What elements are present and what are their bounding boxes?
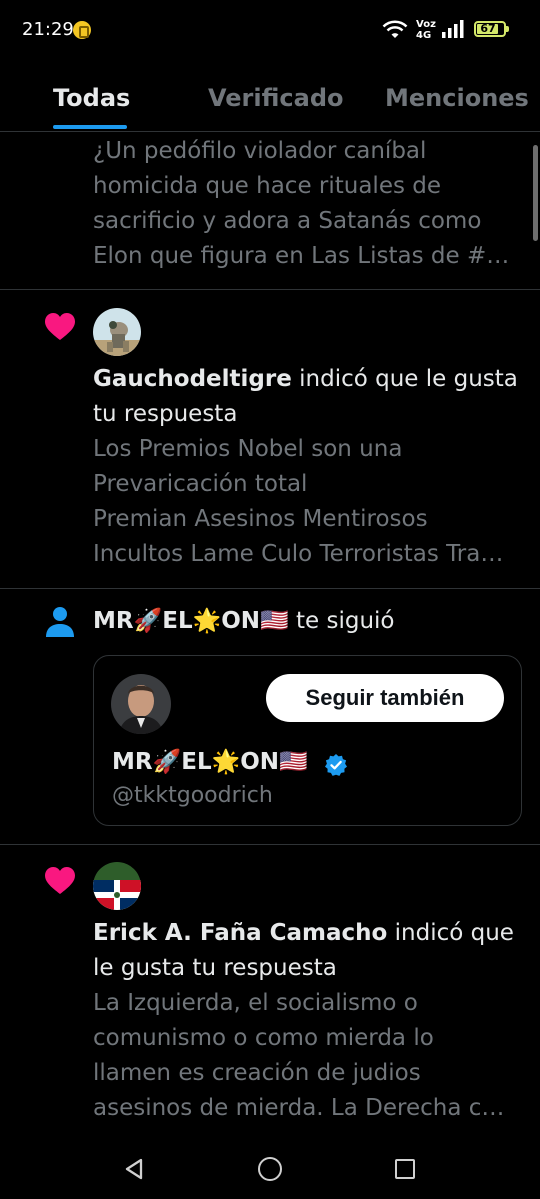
divider (0, 289, 540, 290)
follower-handle: @tkktgoodrich (112, 783, 273, 808)
battery-icon: 67 (474, 21, 509, 37)
active-tab-indicator (53, 125, 127, 129)
username[interactable]: Gauchodeltigre (93, 366, 292, 392)
username[interactable]: Erick A. Faña Camacho (93, 920, 387, 946)
follower-name[interactable]: MR🚀EL🌟ON🇺🇸 (112, 748, 308, 775)
follow-back-button[interactable]: Seguir también (266, 674, 504, 722)
tab-verificado[interactable]: Verificado (208, 84, 343, 112)
divider (0, 588, 540, 589)
network-type: Voz 4G (416, 19, 436, 41)
tab-todas[interactable]: Todas (53, 84, 130, 112)
signal-icon (442, 20, 464, 38)
username[interactable]: MR🚀EL🌟ON🇺🇸 (93, 608, 289, 634)
system-nav-bar (0, 1135, 540, 1199)
follow-notification[interactable]: MR🚀EL🌟ON🇺🇸 te siguió (93, 604, 523, 639)
like-notification[interactable]: Gauchodeltigre indicó que le gusta tu re… (93, 362, 523, 572)
tab-menciones[interactable]: Menciones (385, 84, 529, 112)
scrollbar[interactable] (533, 145, 538, 241)
clock: 21:29 (22, 19, 74, 40)
home-icon[interactable] (258, 1157, 282, 1181)
heart-icon (45, 313, 75, 340)
recents-icon[interactable] (395, 1159, 415, 1179)
post-preview[interactable]: ¿Un pedófilo violador caníbal homicida q… (93, 134, 523, 274)
verified-badge-icon (325, 754, 347, 776)
notification-icon (73, 21, 91, 39)
wifi-icon (382, 20, 408, 38)
avatar[interactable] (93, 308, 141, 356)
follower-avatar[interactable] (111, 674, 171, 734)
like-notification[interactable]: Erick A. Faña Camacho indicó que le gust… (93, 916, 523, 1126)
status-bar: 21:29 Voz 4G 67 (0, 0, 540, 60)
back-icon[interactable] (122, 1157, 146, 1181)
notification-tabs: Todas Verificado Menciones (0, 60, 540, 132)
avatar[interactable] (93, 862, 141, 910)
person-icon (46, 607, 74, 637)
divider (0, 844, 540, 845)
heart-icon (45, 867, 75, 894)
battery-level: 67 (480, 22, 496, 35)
